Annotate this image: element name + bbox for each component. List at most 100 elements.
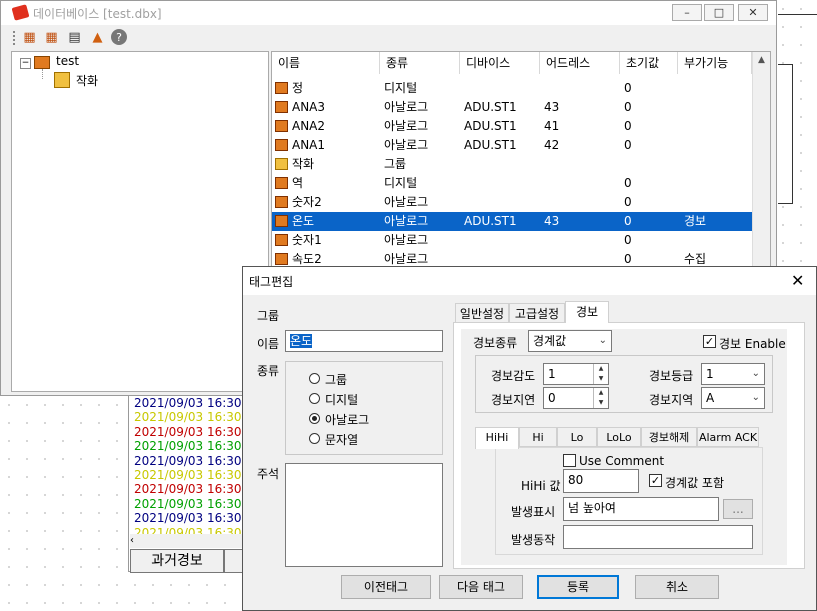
tree-root-label[interactable]: test (56, 54, 79, 68)
cell-name: 작화 (292, 157, 315, 171)
subtab-LoLo[interactable]: LoLo (597, 427, 641, 447)
table-row[interactable]: 온도 아날로그 ADU.ST1 43 0 경보 (272, 212, 752, 231)
tab-경보[interactable]: 경보 (565, 301, 609, 323)
spin-arrows-icon[interactable]: ▲ ▼ (593, 364, 608, 384)
folder-icon (275, 158, 288, 170)
cancel-button[interactable]: 취소 (635, 575, 719, 599)
column-header[interactable]: 초기값 (620, 52, 678, 74)
cell-name: ANA3 (292, 100, 326, 114)
column-header[interactable]: 어드레스 (540, 52, 620, 74)
cell-name: ANA1 (292, 138, 326, 152)
dialog-title: 태그편집 (249, 275, 294, 289)
table-row[interactable]: ANA2 아날로그 ADU.ST1 41 0 (272, 117, 752, 136)
chevron-down-icon: ⌄ (751, 392, 760, 403)
table-row[interactable]: ANA1 아날로그 ADU.ST1 42 0 (272, 136, 752, 155)
close-button[interactable]: ✕ (738, 4, 768, 21)
table-row[interactable]: ANA3 아날로그 ADU.ST1 43 0 (272, 98, 752, 117)
comment-label: 주석 (257, 467, 280, 481)
alarm-tab-2[interactable] (224, 549, 244, 573)
import-icon[interactable]: ▲ (89, 29, 106, 46)
tab-고급설정[interactable]: 고급설정 (509, 303, 565, 323)
dialog-close-icon[interactable]: ✕ (791, 271, 804, 290)
database-app-icon (11, 4, 30, 21)
subtab-Lo[interactable]: Lo (557, 427, 597, 447)
save-icon[interactable]: ▤ (66, 29, 83, 46)
level-select[interactable]: 1 ⌄ (701, 363, 765, 385)
next-tag-button[interactable]: 다음 태그 (439, 575, 523, 599)
tag-edit-dialog: 태그편집 ✕ 그룹 이름 온도 종류 그룹 디지털 아날로그 문자열 주석 일반설정 고… (242, 266, 817, 611)
table-row[interactable]: 작화 그룹 (272, 155, 752, 174)
tag-icon (275, 120, 288, 132)
cell-address: 42 (544, 138, 560, 152)
name-input[interactable]: 온도 (285, 330, 443, 352)
level-value: 1 (706, 367, 714, 381)
cell-name: 정 (292, 81, 304, 95)
sensitivity-spinner[interactable]: 1 ▲ ▼ (543, 363, 609, 385)
tag-icon (275, 253, 288, 265)
hihi-value-input[interactable]: 80 (563, 469, 639, 493)
register-button[interactable]: 등록 (537, 575, 619, 599)
column-header[interactable]: 부가기능 (678, 52, 752, 74)
comment-textarea[interactable] (285, 463, 443, 567)
use-comment-checkbox[interactable] (563, 454, 576, 467)
table-row[interactable]: 숫자2 아날로그 0 (272, 193, 752, 212)
minimize-button[interactable]: – (672, 4, 702, 21)
cell-address: 43 (544, 100, 560, 114)
occur-action-input[interactable] (563, 525, 753, 549)
table-row[interactable]: 정 디지털 0 (272, 79, 752, 98)
column-header[interactable]: 디바이스 (460, 52, 540, 74)
tree-child-label[interactable]: 작화 (76, 72, 98, 89)
type-radio-label: 그룹 (325, 373, 348, 387)
log-hscroll[interactable]: ‹ (130, 534, 242, 548)
table-row[interactable]: 숫자1 아날로그 0 (272, 231, 752, 250)
database-title: 데이터베이스 [test.dbx] (33, 7, 162, 21)
occur-display-input[interactable]: 넘 높아여 (563, 497, 719, 521)
tag-icon (275, 215, 288, 227)
browse-button[interactable]: ... (723, 499, 753, 519)
subtab-Hi[interactable]: Hi (519, 427, 557, 447)
delay-spinner[interactable]: 0 ▲ ▼ (543, 387, 609, 409)
type-radio-label: 아날로그 (325, 413, 370, 427)
cell-init: 0 (624, 81, 632, 95)
include-boundary-checkbox[interactable]: ✓ (649, 474, 662, 487)
table-row[interactable]: 역 디지털 0 (272, 174, 752, 193)
tag-tree: − test 작화 (11, 51, 269, 392)
maximize-button[interactable]: □ (704, 4, 734, 21)
type-radio[interactable] (309, 393, 320, 404)
type-radio[interactable] (309, 413, 320, 424)
cell-init: 0 (624, 138, 632, 152)
hihi-value-label: HiHi 값 (521, 479, 561, 493)
past-alarm-tab[interactable]: 과거경보 (130, 549, 224, 573)
type-radio[interactable] (309, 373, 320, 384)
tree-root-folder-icon (34, 56, 50, 69)
delay-label: 경보지연 (491, 393, 536, 407)
name-value: 온도 (290, 334, 313, 348)
cell-type: 디지털 (384, 176, 418, 190)
help-icon[interactable]: ? (111, 29, 127, 45)
tab-일반설정[interactable]: 일반설정 (455, 303, 509, 323)
type-radio[interactable] (309, 433, 320, 444)
cell-type: 그룹 (384, 157, 407, 171)
subtab-경보해제[interactable]: 경보해제 (641, 427, 697, 447)
subtab-HiHi[interactable]: HiHi (475, 427, 519, 449)
add-tag-icon[interactable]: ▦ (21, 29, 38, 46)
cell-name: 온도 (292, 214, 315, 228)
area-select[interactable]: A ⌄ (701, 387, 765, 409)
tag-icon (275, 196, 288, 208)
cell-type: 아날로그 (384, 233, 429, 247)
sensitivity-label: 경보감도 (491, 369, 536, 383)
tree-collapse-icon[interactable]: − (20, 58, 31, 69)
subtab-Alarm ACK[interactable]: Alarm ACK (697, 427, 759, 447)
cell-type: 아날로그 (384, 138, 429, 152)
prev-tag-button[interactable]: 이전태그 (341, 575, 431, 599)
column-header[interactable]: 종류 (380, 52, 460, 74)
add-group-icon[interactable]: ▦ (43, 29, 60, 46)
spin-arrows-icon[interactable]: ▲ ▼ (593, 388, 608, 408)
column-header[interactable]: 이름 (272, 52, 380, 74)
type-radio-label: 문자열 (325, 433, 359, 447)
background-line (778, 14, 817, 15)
alarm-kind-select[interactable]: 경계값 ⌄ (528, 330, 612, 352)
cell-type: 디지털 (384, 81, 418, 95)
include-boundary-label: 경계값 포함 (665, 476, 725, 490)
alarm-enable-checkbox[interactable]: ✓ (703, 335, 716, 348)
